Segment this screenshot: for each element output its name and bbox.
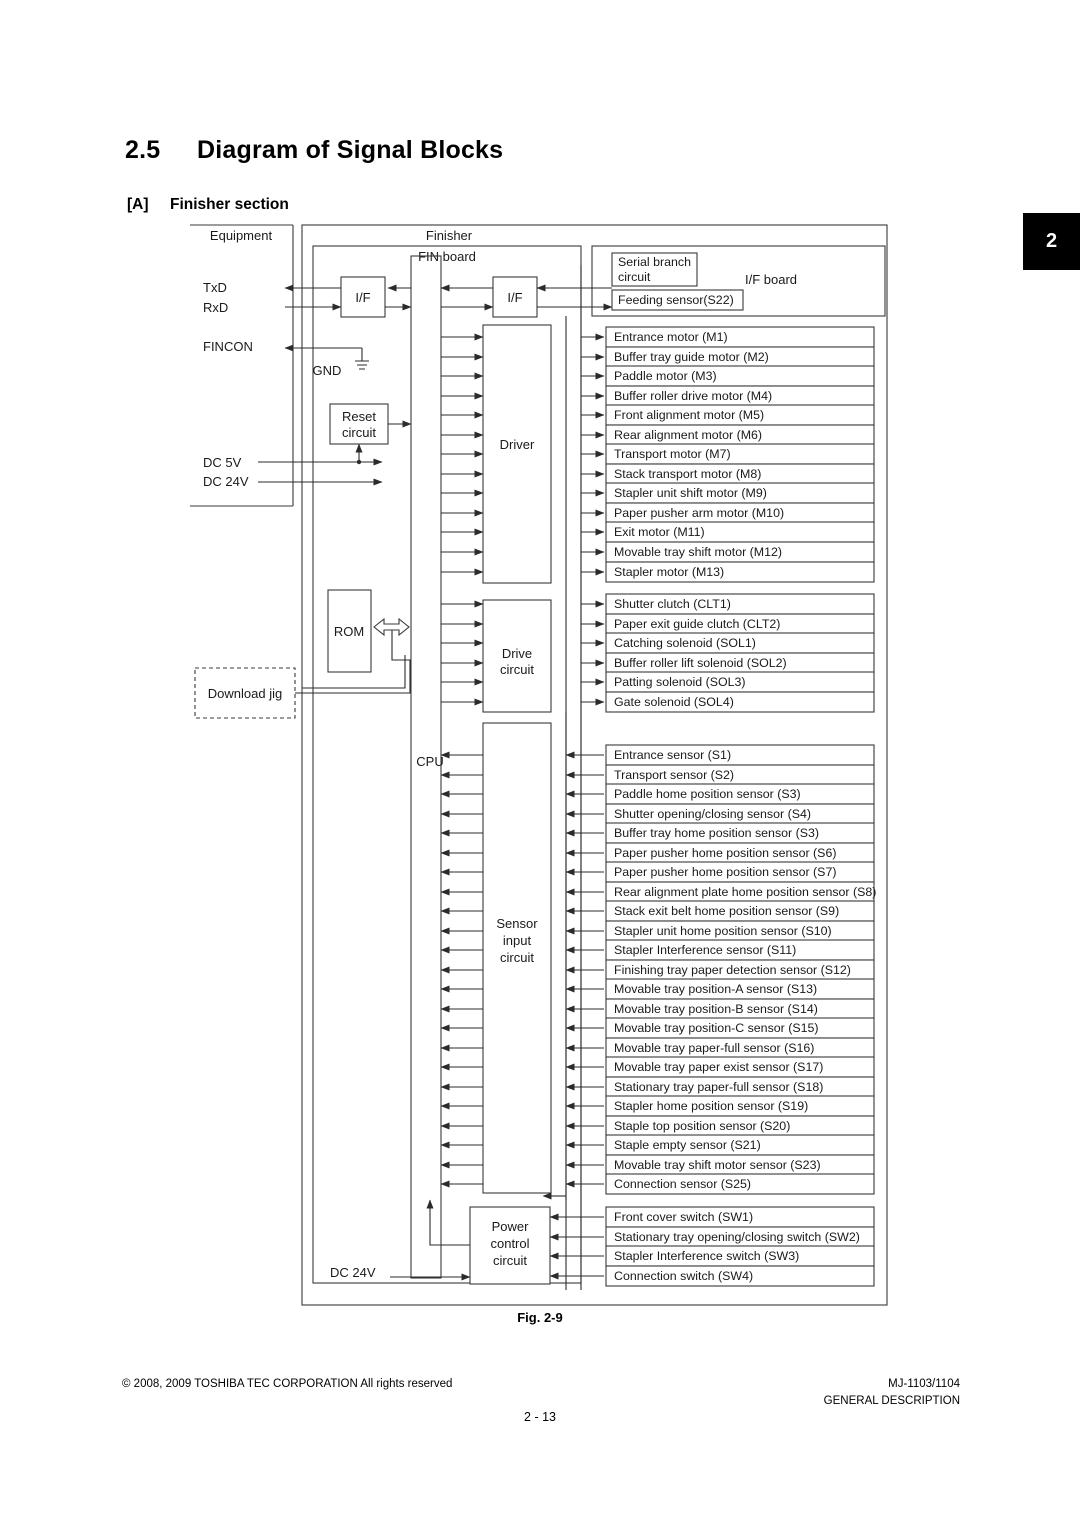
clutch-solenoid-list: Shutter clutch (CLT1) Paper exit guide c… [581, 593, 875, 713]
motor-item-6: Transport motor (M7) [614, 447, 731, 461]
download-jig-label: Download jig [208, 686, 282, 701]
motor-list: Entrance motor (M1) Buffer tray guide mo… [581, 326, 875, 583]
sensor-item-21: Movable tray shift motor sensor (S23) [614, 1158, 821, 1172]
signal-block-diagram: Equipment Finisher FIN board I/F board S… [0, 0, 1080, 1350]
serial-branch-circuit-line2: circuit [618, 270, 651, 284]
sensor-item-0: Entrance sensor (S1) [614, 748, 731, 762]
sensor-item-2: Paddle home position sensor (S3) [614, 787, 801, 801]
sensor-item-5: Paper pusher home position sensor (S6) [614, 846, 836, 860]
driver-input-wires [441, 333, 484, 576]
switch-item-3: Connection switch (SW4) [614, 1269, 753, 1283]
clutch-solenoid-item-5: Gate solenoid (SOL4) [614, 695, 734, 709]
footer-copyright: © 2008, 2009 TOSHIBA TEC CORPORATION All… [122, 1378, 453, 1390]
sensor-item-4: Buffer tray home position sensor (S3) [614, 826, 819, 840]
sensor-input-circuit-line3: circuit [500, 950, 534, 965]
sensor-item-9: Stapler unit home position sensor (S10) [614, 924, 832, 938]
motor-item-0: Entrance motor (M1) [614, 330, 728, 344]
reset-circuit-line1: Reset [342, 409, 376, 424]
motor-item-9: Paper pusher arm motor (M10) [614, 506, 784, 520]
figure-caption: Fig. 2-9 [517, 1310, 563, 1325]
serial-branch-circuit-line1: Serial branch [618, 255, 691, 269]
dc5v-label: DC 5V [203, 455, 242, 470]
drive-circuit-line2: circuit [500, 662, 534, 677]
sensor-list: Entrance sensor (S1) Transport sensor (S… [565, 744, 876, 1195]
sensor-item-1: Transport sensor (S2) [614, 768, 734, 782]
motor-item-5: Rear alignment motor (M6) [614, 428, 762, 442]
clutch-solenoid-item-2: Catching solenoid (SOL1) [614, 636, 756, 650]
sensor-input-circuit-line1: Sensor [496, 916, 538, 931]
sensor-item-11: Finishing tray paper detection sensor (S… [614, 963, 851, 977]
motor-item-3: Buffer roller drive motor (M4) [614, 389, 772, 403]
drive-circuit-input-wires [441, 600, 484, 706]
if-right-block-label: I/F [507, 290, 522, 305]
power-control-circuit-line2: control [490, 1236, 529, 1251]
sensor-item-15: Movable tray paper-full sensor (S16) [614, 1041, 814, 1055]
sensor-item-19: Staple top position sensor (S20) [614, 1119, 790, 1133]
sensor-item-8: Stack exit belt home position sensor (S9… [614, 904, 839, 918]
sensor-item-3: Shutter opening/closing sensor (S4) [614, 807, 811, 821]
reset-circuit-line2: circuit [342, 425, 376, 440]
motor-item-4: Front alignment motor (M5) [614, 408, 764, 422]
motor-item-8: Stapler unit shift motor (M9) [614, 486, 767, 500]
clutch-solenoid-item-0: Shutter clutch (CLT1) [614, 597, 731, 611]
switch-item-2: Stapler Interference switch (SW3) [614, 1249, 799, 1263]
if-left-block-label: I/F [355, 290, 370, 305]
clutch-solenoid-item-3: Buffer roller lift solenoid (SOL2) [614, 656, 787, 670]
dc24v-power-label: DC 24V [330, 1265, 376, 1280]
sensor-item-12: Movable tray position-A sensor (S13) [614, 982, 817, 996]
sensor-item-17: Stationary tray paper-full sensor (S18) [614, 1080, 823, 1094]
cpu-block-label: CPU [416, 754, 443, 769]
sensor-item-7: Rear alignment plate home position senso… [614, 885, 876, 899]
feeding-sensor-label: Feeding sensor(S22) [618, 293, 734, 307]
motor-item-11: Movable tray shift motor (M12) [614, 545, 782, 559]
switch-item-0: Front cover switch (SW1) [614, 1210, 753, 1224]
clutch-solenoid-item-4: Patting solenoid (SOL3) [614, 675, 746, 689]
switch-item-1: Stationary tray opening/closing switch (… [614, 1230, 860, 1244]
clutch-solenoid-item-1: Paper exit guide clutch (CLT2) [614, 617, 780, 631]
sensor-item-20: Staple empty sensor (S21) [614, 1138, 761, 1152]
sensor-input-output-wires [440, 751, 483, 1188]
sensor-item-10: Stapler Interference sensor (S11) [614, 943, 796, 957]
sensor-item-6: Paper pusher home position sensor (S7) [614, 865, 836, 879]
fincon-label: FINCON [203, 339, 253, 354]
footer-model-number: MJ-1103/1104 [888, 1378, 960, 1390]
driver-block-label: Driver [500, 437, 535, 452]
gnd-label: GND [313, 363, 342, 378]
motor-item-1: Buffer tray guide motor (M2) [614, 350, 769, 364]
sensor-item-22: Connection sensor (S25) [614, 1177, 751, 1191]
finisher-frame-label: Finisher [426, 228, 473, 243]
motor-item-10: Exit motor (M11) [614, 525, 705, 539]
sensor-item-13: Movable tray position-B sensor (S14) [614, 1002, 818, 1016]
equipment-frame-label: Equipment [210, 228, 273, 243]
footer-manual-section: GENERAL DESCRIPTION [823, 1395, 960, 1407]
footer-model-block: MJ-1103/1104 GENERAL DESCRIPTION [824, 1376, 960, 1410]
switch-list: Front cover switch (SW1) Stationary tray… [549, 1206, 875, 1287]
txd-label: TxD [203, 280, 227, 295]
power-control-circuit-line3: circuit [493, 1253, 527, 1268]
footer-page-number: 2 - 13 [524, 1410, 556, 1424]
motor-item-2: Paddle motor (M3) [614, 369, 717, 383]
dc24v-label: DC 24V [203, 474, 249, 489]
power-control-circuit-line1: Power [492, 1219, 530, 1234]
motor-item-7: Stack transport motor (M8) [614, 467, 761, 481]
sensor-input-circuit-line2: input [503, 933, 532, 948]
rxd-label: RxD [203, 300, 228, 315]
sensor-item-18: Stapler home position sensor (S19) [614, 1099, 808, 1113]
sensor-item-16: Movable tray paper exist sensor (S17) [614, 1060, 823, 1074]
drive-circuit-line1: Drive [502, 646, 532, 661]
if-board-frame-label: I/F board [745, 272, 797, 287]
motor-item-12: Stapler motor (M13) [614, 565, 724, 579]
rom-block-label: ROM [334, 624, 364, 639]
sensor-item-14: Movable tray position-C sensor (S15) [614, 1021, 819, 1035]
